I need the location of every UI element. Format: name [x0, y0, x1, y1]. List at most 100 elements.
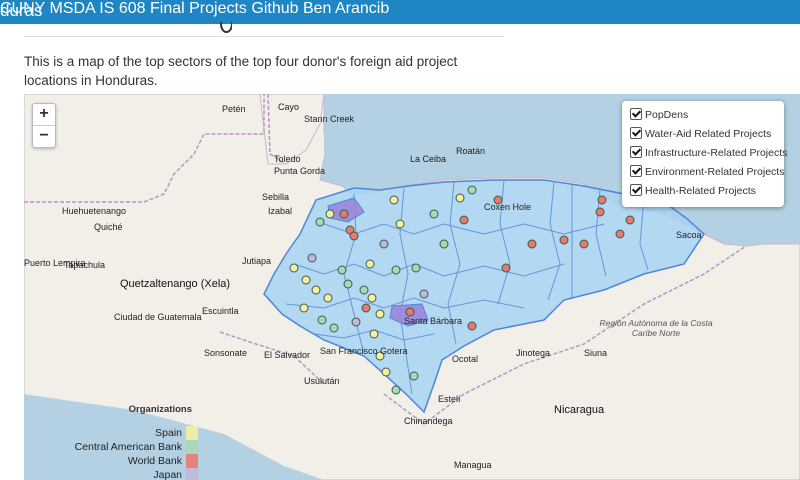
layer-label: PopDens	[645, 109, 689, 121]
checkbox-checked-icon[interactable]	[630, 184, 642, 197]
point-sp-13	[365, 259, 375, 269]
map-label-esteli: Estelí	[438, 394, 461, 404]
legend-item-cabei: Central American Bank	[75, 440, 198, 454]
point-sp-11	[381, 367, 391, 377]
top-navbar: duras CUNY MSDA IS 608 Final Projects Gi…	[0, 0, 800, 24]
legend-label: Japan	[153, 469, 182, 480]
point-ca-9	[439, 239, 449, 249]
point-sp-9	[369, 329, 379, 339]
legend-swatch	[186, 440, 198, 454]
map-label-quiche: Quiché	[94, 222, 123, 232]
legend-label: Spain	[155, 427, 182, 439]
legend-label: Central American Bank	[74, 441, 182, 453]
page-title-fragment	[216, 22, 232, 34]
map-label-jinotega: Jinotega	[516, 348, 551, 358]
point-wb-10	[615, 229, 625, 239]
nav-link-github[interactable]: Github	[251, 0, 298, 17]
point-ca-8	[411, 263, 421, 273]
map-label-managua: Managua	[454, 460, 492, 470]
map-label-tegucigalpa: Santa Bárbara	[404, 316, 463, 326]
point-ca-11	[467, 185, 477, 195]
map-label-siuna: Siuna	[584, 348, 608, 358]
point-ca-12	[409, 371, 419, 381]
map-label-nicaragua: Nicaragua	[554, 404, 605, 416]
point-ca-10	[429, 209, 439, 219]
point-sp-3	[301, 275, 311, 285]
legend-swatch	[186, 468, 198, 480]
point-sp-1	[325, 209, 335, 219]
layer-control-panel: PopDens Water-Aid Related Projects Infra…	[622, 101, 787, 207]
point-sp-12	[455, 193, 465, 203]
map-label-san-francisco-gotera: San Francisco Gotera	[320, 346, 408, 356]
point-wb-9	[597, 195, 607, 205]
point-sp-4	[311, 285, 321, 295]
legend-swatch	[186, 426, 198, 440]
point-ca-2	[337, 265, 347, 275]
map-label-cayo: Cayo	[278, 102, 300, 112]
checkbox-checked-icon[interactable]	[630, 146, 642, 159]
point-wb-3	[349, 231, 359, 241]
legend-item-japan: Japan	[153, 468, 198, 480]
nav-link-ben-arancibia[interactable]: Ben Arancib	[303, 0, 389, 17]
point-sp-15	[395, 219, 405, 229]
point-ca-7	[391, 265, 401, 275]
checkbox-checked-icon[interactable]	[630, 108, 642, 121]
point-wb-5	[467, 321, 477, 331]
legend-item-spain: Spain	[155, 426, 198, 440]
point-jp-3	[351, 317, 361, 327]
layer-label: Environment-Related Projects	[645, 166, 785, 178]
point-sp-8	[375, 309, 385, 319]
point-jp-1	[307, 253, 317, 263]
point-sp-7	[367, 293, 377, 303]
map-label-raan: Región Autónoma de la Costa Caribe Norte	[599, 318, 713, 338]
point-ca-1	[315, 217, 325, 227]
legend-title: Organizations	[128, 404, 192, 415]
sea-gulf-honduras	[324, 128, 396, 178]
zoom-in-button[interactable]: +	[33, 104, 55, 125]
layer-environment[interactable]: Environment-Related Projects	[630, 163, 784, 181]
point-ca-5	[317, 315, 327, 325]
checkbox-checked-icon[interactable]	[630, 165, 642, 178]
intro-paragraph: This is a map of the top sectors of the …	[24, 54, 458, 88]
map-label-puerto-lempira: Sacoa	[676, 230, 702, 240]
map-label-sebilla: Sebilla	[262, 192, 290, 202]
point-jp-2	[379, 239, 389, 249]
point-wb-6	[527, 239, 537, 249]
point-sp-6	[299, 303, 309, 313]
layer-infrastructure[interactable]: Infrastructure-Related Projects	[630, 144, 787, 162]
map-label-usulutan: Usulután	[304, 376, 340, 386]
point-wb-16	[361, 303, 371, 313]
map-label-escuintla: Ciudad de Guatemala	[114, 312, 202, 322]
map-label-ocotal: Ocotal	[452, 354, 479, 364]
checkbox-checked-icon[interactable]	[630, 127, 642, 140]
nav-link-is608[interactable]: IS 608 Final Projects	[99, 0, 247, 17]
layer-popdens[interactable]: PopDens	[630, 106, 688, 124]
map-label-la-union: Jutiapa	[242, 256, 272, 266]
point-wb-12	[595, 207, 605, 217]
point-wb-4	[501, 263, 511, 273]
map-label-sacoa: Coxen Hole	[484, 202, 532, 212]
point-wb-11	[625, 215, 635, 225]
point-jp-4	[419, 289, 429, 299]
map-label-izabal: Izabal	[268, 206, 293, 216]
point-wb-13	[459, 215, 469, 225]
map-label-chinandega: Chinandega	[404, 416, 453, 426]
layer-label: Water-Aid Related Projects	[645, 128, 772, 140]
layer-water-aid[interactable]: Water-Aid Related Projects	[630, 125, 771, 143]
map-label-ciudad-de-guatemala: Quetzaltenango (Xela)	[120, 278, 231, 290]
legend-swatch	[186, 454, 198, 468]
legend-label: World Bank	[127, 455, 182, 467]
map-label-punta-gorda: Punta Gorda	[274, 166, 326, 176]
title-divider	[24, 36, 504, 37]
layer-health[interactable]: Health-Related Projects	[630, 182, 756, 200]
point-wb-15	[405, 307, 415, 317]
layer-label: Infrastructure-Related Projects	[645, 147, 788, 159]
map-label-coxen-hole: Roatán	[456, 146, 486, 156]
point-wb-8	[579, 239, 589, 249]
point-ca-4	[359, 285, 369, 295]
point-ca-6	[329, 323, 339, 333]
zoom-out-button[interactable]: −	[33, 125, 55, 147]
map-label-el-salvador: El Salvador	[264, 350, 311, 360]
brand-title[interactable]: duras	[0, 0, 43, 23]
point-wb-7	[559, 235, 569, 245]
